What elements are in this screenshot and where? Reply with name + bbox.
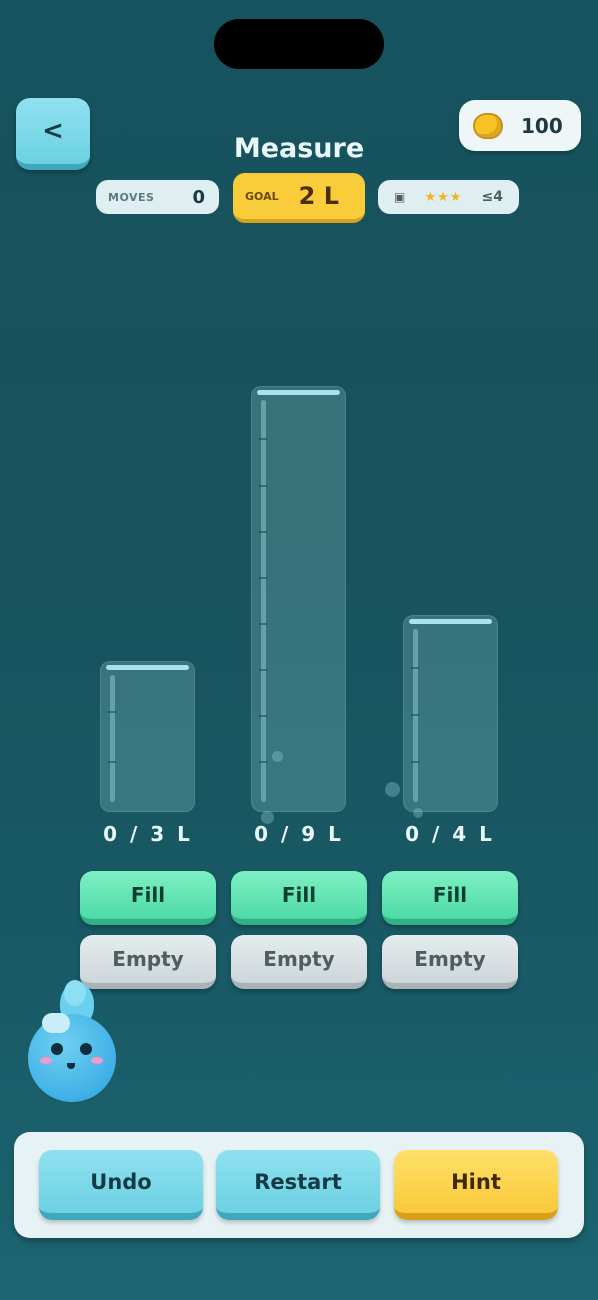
bubble [261,811,274,824]
bubble [272,751,283,762]
device-notch [214,19,384,69]
empty-button-jug-3[interactable]: Empty [382,935,518,989]
jug-tick [259,485,267,487]
jug-4l-label: 0 / 4 L [405,822,495,846]
jug-tick [259,623,267,625]
move-limit: ≤4 [481,189,503,205]
target-icon: ▣ [394,190,406,204]
jug-tick [259,715,267,717]
goal-value: 2 L [298,182,339,210]
jug-tick [259,438,267,440]
fill-button-jug-2[interactable]: Fill [231,871,367,925]
jug-tick [411,667,419,669]
star-icon: ★★★ [424,189,463,205]
jug-lip [106,665,189,670]
fill-button-jug-1[interactable]: Fill [80,871,216,925]
jug-9l-label: 0 / 9 L [254,822,344,846]
undo-button[interactable]: Undo [39,1150,203,1220]
jug-3l[interactable] [100,661,195,812]
jug-3l-label: 0 / 3 L [103,822,193,846]
mascot-drop-tip-highlight [64,980,86,1006]
mascot-cheek-left [40,1057,52,1064]
restart-button[interactable]: Restart [216,1150,380,1220]
mascot-cheek-right [91,1057,103,1064]
jug-tick [259,577,267,579]
mascot-eye-right [80,1043,92,1055]
mascot-shine [42,1013,70,1033]
empty-button-jug-1[interactable]: Empty [80,935,216,989]
jug-tick [411,761,419,763]
jug-lip [409,619,492,624]
empty-button-jug-2[interactable]: Empty [231,935,367,989]
mascot-eye-left [51,1043,63,1055]
jug-tick [411,714,419,716]
jug-tick [259,669,267,671]
jug-tick [108,761,116,763]
moves-label: MOVES [108,190,155,204]
star-rating: ▣ ★★★ ≤4 [378,180,519,214]
jug-scale [110,675,115,802]
hint-button[interactable]: Hint [394,1150,558,1220]
moves-counter: MOVES 0 [96,180,219,214]
bubble [385,782,400,797]
jug-tick [259,761,267,763]
jug-lip [257,390,340,395]
moves-value: 0 [192,186,205,208]
jug-9l[interactable] [251,386,346,812]
goal-badge: GOAL 2 L [233,173,365,223]
jug-tick [259,531,267,533]
goal-label: GOAL [245,189,279,203]
jug-scale [261,400,266,802]
jug-4l[interactable] [403,615,498,812]
bubble [413,808,423,818]
fill-button-jug-3[interactable]: Fill [382,871,518,925]
jug-tick [108,711,116,713]
level-title: Measure [233,133,365,164]
